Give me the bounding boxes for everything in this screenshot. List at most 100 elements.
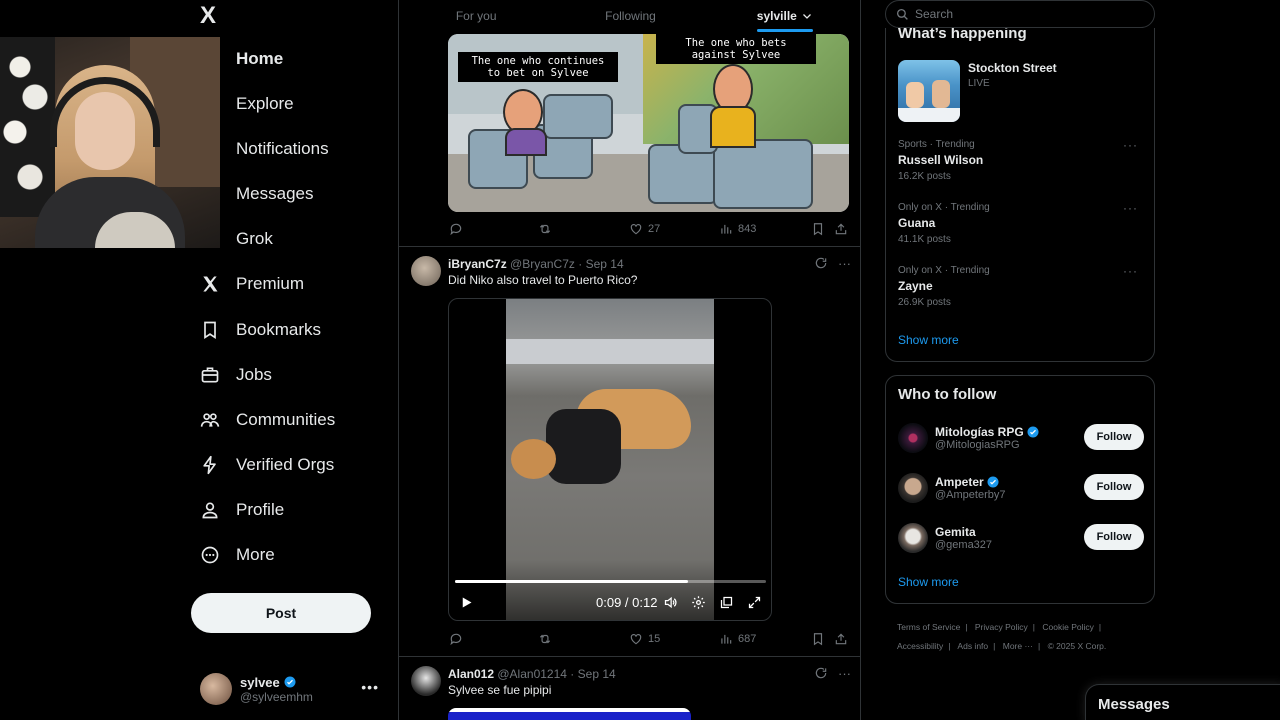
repost-button[interactable] — [538, 632, 552, 646]
follow-button[interactable]: Follow — [1084, 424, 1144, 450]
panel-title: What’s happening — [898, 28, 1027, 42]
x-logo-icon[interactable]: X — [200, 2, 216, 30]
avatar[interactable] — [898, 473, 928, 503]
nav-more[interactable]: More — [200, 540, 275, 570]
trend-context: Sports · Trending — [898, 139, 975, 150]
views-button[interactable]: 687 — [719, 632, 756, 646]
video-progress-bar[interactable] — [455, 580, 766, 583]
view-count: 843 — [738, 223, 757, 235]
more-options-icon[interactable]: ··· — [1123, 264, 1138, 278]
trend-count: 26.9K posts — [898, 297, 951, 308]
follow-suggestion[interactable]: Gemita @gema327 Follow — [898, 520, 1144, 556]
video-player[interactable]: 0:09 / 0:12 — [448, 298, 772, 621]
views-button[interactable]: 843 — [719, 222, 756, 236]
show-more-link[interactable]: Show more — [898, 575, 959, 589]
show-more-link[interactable]: Show more — [898, 333, 959, 347]
docking-button[interactable] — [719, 595, 734, 610]
footer-link[interactable]: Cookie Policy — [1042, 622, 1094, 632]
account-switcher[interactable]: sylvee @sylveemhm ••• — [200, 671, 385, 707]
settings-button[interactable] — [691, 595, 706, 610]
live-event[interactable]: Stockton Street LIVE — [968, 61, 1057, 89]
avatar[interactable] — [411, 256, 441, 286]
nav-grok[interactable]: Grok — [236, 224, 273, 254]
post-author-handle[interactable]: @BryanC7z — [510, 257, 575, 271]
like-button[interactable]: 27 — [629, 222, 660, 236]
footer-link[interactable]: Ads info — [957, 641, 988, 651]
footer-link[interactable]: More ··· — [1003, 641, 1033, 651]
nav-bookmarks[interactable]: Bookmarks — [200, 315, 321, 345]
tab-following[interactable]: Following — [553, 0, 707, 32]
post-image[interactable]: The one who continues to bet on Sylvee T… — [448, 34, 849, 212]
nav-messages[interactable]: Messages — [236, 179, 313, 209]
bookmark-button[interactable] — [811, 222, 825, 236]
share-button[interactable] — [834, 632, 848, 646]
nav-explore[interactable]: Explore — [236, 89, 294, 119]
live-thumbnail[interactable] — [898, 60, 960, 122]
account-more-icon[interactable]: ••• — [361, 679, 379, 695]
people-icon — [200, 410, 220, 430]
post-author-name[interactable]: iBryanC7z — [448, 257, 507, 271]
play-button[interactable] — [459, 595, 474, 610]
post-author-handle[interactable]: @Alan01214 — [497, 667, 567, 681]
nav-premium[interactable]: Premium — [200, 269, 304, 299]
more-options-icon[interactable]: ··· — [1123, 201, 1138, 215]
post-button[interactable]: Post — [191, 593, 371, 633]
more-options-icon[interactable]: ··· — [838, 256, 851, 271]
grok-icon[interactable] — [814, 256, 828, 270]
post-text: Sylvee se fue pipipi — [448, 683, 552, 697]
grok-icon[interactable] — [814, 666, 828, 680]
follow-button[interactable]: Follow — [1084, 474, 1144, 500]
share-button[interactable] — [834, 222, 848, 236]
post-actions: 15 687 — [449, 631, 851, 647]
like-button[interactable]: 15 — [629, 632, 660, 646]
trend-item[interactable]: Sports · Trending Russell Wilson 16.2K p… — [898, 138, 1144, 185]
avatar[interactable] — [898, 423, 928, 453]
timeline[interactable]: For you Following sylville The one who c… — [398, 0, 861, 720]
post-header: iBryanC7z @BryanC7z · Sep 14 Did Niko al… — [411, 256, 851, 288]
like-count: 27 — [648, 223, 661, 235]
reply-button[interactable] — [449, 632, 463, 646]
share-icon — [835, 223, 847, 235]
reply-button[interactable] — [449, 222, 463, 236]
more-options-icon[interactable]: ··· — [838, 666, 851, 681]
post-media[interactable] — [448, 708, 691, 720]
footer-link[interactable]: Accessibility — [897, 641, 943, 651]
trend-item[interactable]: Only on X · Trending Guana 41.1K posts ·… — [898, 201, 1144, 248]
post-date[interactable]: Sep 14 — [586, 257, 624, 271]
repost-icon — [539, 224, 551, 234]
follow-suggestion[interactable]: Mitologías RPG @MitologiasRPG Follow — [898, 420, 1144, 456]
footer-link[interactable]: Privacy Policy — [975, 622, 1028, 632]
post-date[interactable]: Sep 14 — [578, 667, 616, 681]
tab-for-you[interactable]: For you — [399, 0, 553, 32]
fullscreen-button[interactable] — [747, 595, 762, 610]
follow-button[interactable]: Follow — [1084, 524, 1144, 550]
avatar[interactable] — [411, 666, 441, 696]
nav-verified-orgs-label: Verified Orgs — [236, 455, 335, 474]
nav-home[interactable]: Home — [236, 44, 283, 74]
messages-drawer[interactable]: Messages — [1085, 684, 1280, 720]
follow-suggestion[interactable]: Ampeter @Ampeterby7 Follow — [898, 470, 1144, 506]
footer-link[interactable]: Terms of Service — [897, 622, 960, 632]
x-icon — [200, 274, 220, 294]
post-author-name[interactable]: Alan012 — [448, 667, 494, 681]
nav-verified-orgs[interactable]: Verified Orgs — [200, 450, 334, 480]
live-status: LIVE — [968, 78, 990, 89]
nav-more-label: More — [236, 545, 275, 564]
trend-context: Only on X · Trending — [898, 265, 990, 276]
search-icon — [896, 8, 908, 20]
bookmark-button[interactable] — [811, 632, 825, 646]
search-box[interactable] — [885, 0, 1155, 28]
search-input[interactable] — [915, 7, 1145, 21]
nav-notifications[interactable]: Notifications — [236, 134, 329, 164]
nav-communities[interactable]: Communities — [200, 405, 335, 435]
trend-name: Guana — [898, 216, 936, 230]
nav-jobs[interactable]: Jobs — [200, 360, 272, 390]
nav-profile[interactable]: Profile — [200, 495, 284, 525]
avatar[interactable] — [898, 523, 928, 553]
nav-notifications-label: Notifications — [236, 139, 329, 158]
tab-sylville[interactable]: sylville — [708, 0, 860, 32]
repost-button[interactable] — [538, 222, 552, 236]
more-options-icon[interactable]: ··· — [1123, 138, 1138, 152]
volume-button[interactable] — [663, 595, 678, 610]
trend-item[interactable]: Only on X · Trending Zayne 26.9K posts ·… — [898, 264, 1144, 311]
